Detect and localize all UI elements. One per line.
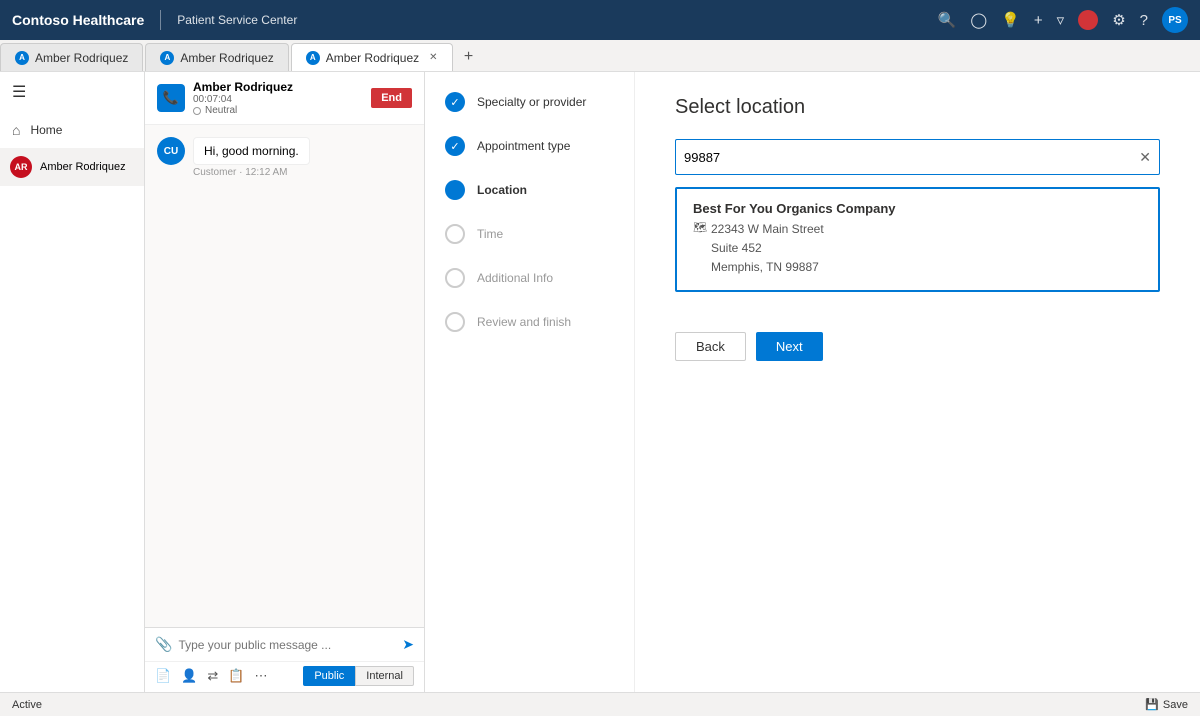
chat-messages: CU Hi, good morning. Customer · 12:12 AM [145,125,424,627]
step-circle-appointment: ✓ [445,136,465,156]
step-circle-additional [445,268,465,288]
visibility-toggle: Public Internal [303,666,414,686]
search-icon[interactable]: 🔍 [938,11,957,29]
caller-name: Amber Rodriquez [193,80,363,94]
chat-panel: 📞 Amber Rodriquez 00:07:04 Neutral End C… [145,72,425,692]
statusbar: Active 💾 Save [0,692,1200,716]
tab-user-icon-3: A [306,51,320,65]
status-label: Active [12,699,42,711]
chat-tool-more-icon[interactable]: ⋯ [254,668,267,684]
search-clear-icon[interactable]: ✕ [1139,149,1151,166]
wizard-steps: ✓ Specialty or provider ✓ Appointment ty… [425,72,635,692]
save-icon: 💾 [1145,698,1159,711]
chat-tool-transfer-icon[interactable]: ⇄ [207,668,218,684]
call-info: Amber Rodriquez 00:07:04 Neutral [193,80,363,116]
step-label-specialty: Specialty or provider [477,95,586,109]
location-result-item[interactable]: Best For You Organics Company 🗺 22343 W … [675,187,1160,292]
call-status: Neutral [193,105,363,116]
step-label-additional: Additional Info [477,271,553,285]
attach-icon[interactable]: 📎 [155,636,172,653]
location-city-state-zip: Memphis, TN 99887 [711,258,824,277]
location-address: 🗺 22343 W Main Street Suite 452 Memphis,… [693,220,1142,278]
main-layout: ☰ ⌂ Home AR Amber Rodriquez 📞 Amber Rodr… [0,72,1200,692]
hamburger-icon[interactable]: ☰ [0,72,144,112]
message-text: Hi, good morning. [193,137,310,165]
topbar-divider [160,10,161,30]
back-button[interactable]: Back [675,332,746,361]
page-title: Select location [675,96,1160,119]
message-content: Hi, good morning. Customer · 12:12 AM [193,137,310,178]
step-review: Review and finish [445,312,614,332]
sidebar-user[interactable]: AR Amber Rodriquez [0,148,144,186]
internal-button[interactable]: Internal [355,666,414,686]
filter-icon[interactable]: ▿ [1057,11,1065,29]
end-call-button[interactable]: End [371,88,412,108]
tabbar: A Amber Rodriquez A Amber Rodriquez A Am… [0,40,1200,72]
tab-amber-1[interactable]: A Amber Rodriquez [0,43,143,71]
tab-user-icon-1: A [15,51,29,65]
location-address-lines: 22343 W Main Street Suite 452 Memphis, T… [711,220,824,278]
sidebar-item-home[interactable]: ⌂ Home [0,112,144,148]
location-street: 22343 W Main Street [711,220,824,239]
step-circle-location [445,180,465,200]
step-circle-time [445,224,465,244]
topbar-icons: 🔍 ◯ 💡 + ▿ ⚙ ? PS [938,7,1188,33]
location-suite: Suite 452 [711,239,824,258]
user-avatar[interactable]: PS [1162,7,1188,33]
step-time: Time [445,224,614,244]
call-duration: 00:07:04 [193,94,363,105]
step-circle-review [445,312,465,332]
action-buttons: Back Next [675,332,1160,361]
step-location: Location [445,180,614,200]
sidebar: ☰ ⌂ Home AR Amber Rodriquez [0,72,145,692]
tab-amber-2[interactable]: A Amber Rodriquez [145,43,288,71]
location-name: Best For You Organics Company [693,201,1142,216]
main-content: Select location ✕ Best For You Organics … [635,72,1200,692]
chat-tool-note-icon[interactable]: 📄 [155,668,171,684]
message-meta: Customer · 12:12 AM [193,167,310,178]
topbar-subtitle: Patient Service Center [177,13,297,27]
chat-input-field[interactable] [178,638,396,652]
plus-icon[interactable]: + [1034,12,1043,29]
step-label-time: Time [477,227,503,241]
chat-message: CU Hi, good morning. Customer · 12:12 AM [157,137,412,178]
sidebar-user-avatar: AR [10,156,32,178]
sidebar-user-name: Amber Rodriquez [40,161,126,173]
lightbulb-icon[interactable]: 💡 [1001,11,1020,29]
step-label-review: Review and finish [477,315,571,329]
save-button[interactable]: 💾 Save [1145,698,1188,711]
search-bar[interactable]: ✕ [675,139,1160,175]
help-icon[interactable]: ? [1140,12,1148,29]
status-indicator [193,107,201,115]
tab-amber-3[interactable]: A Amber Rodriquez ✕ [291,43,453,71]
step-specialty: ✓ Specialty or provider [445,92,614,112]
chat-input-row: 📎 ➤ [145,628,424,661]
chat-tool-user-icon[interactable]: 👤 [181,668,197,684]
step-additional: Additional Info [445,268,614,288]
send-icon[interactable]: ➤ [402,636,414,653]
chat-toolbar: 📄 👤 ⇄ 📋 ⋯ Public Internal [145,661,424,692]
home-icon: ⌂ [12,122,20,138]
next-button[interactable]: Next [756,332,823,361]
location-pin-icon: 🗺 [693,221,707,234]
search-input[interactable] [684,150,1139,165]
step-label-location: Location [477,183,527,197]
chat-input-area: 📎 ➤ 📄 👤 ⇄ 📋 ⋯ Public Internal [145,627,424,692]
step-circle-specialty: ✓ [445,92,465,112]
tab-close-icon[interactable]: ✕ [429,52,437,63]
call-header: 📞 Amber Rodriquez 00:07:04 Neutral End [145,72,424,125]
add-tab-button[interactable]: + [455,43,483,71]
step-appointment: ✓ Appointment type [445,136,614,156]
call-icon: 📞 [157,84,185,112]
settings-icon[interactable]: ⚙ [1112,11,1125,29]
tab-user-icon-2: A [160,51,174,65]
brand-name: Contoso Healthcare [12,12,144,28]
chat-tool-template-icon[interactable]: 📋 [228,668,244,684]
topbar: Contoso Healthcare Patient Service Cente… [0,0,1200,40]
message-avatar: CU [157,137,185,165]
notification-badge[interactable] [1078,10,1098,30]
checkmark-circle-icon[interactable]: ◯ [970,11,987,29]
step-label-appointment: Appointment type [477,139,570,153]
public-button[interactable]: Public [303,666,355,686]
